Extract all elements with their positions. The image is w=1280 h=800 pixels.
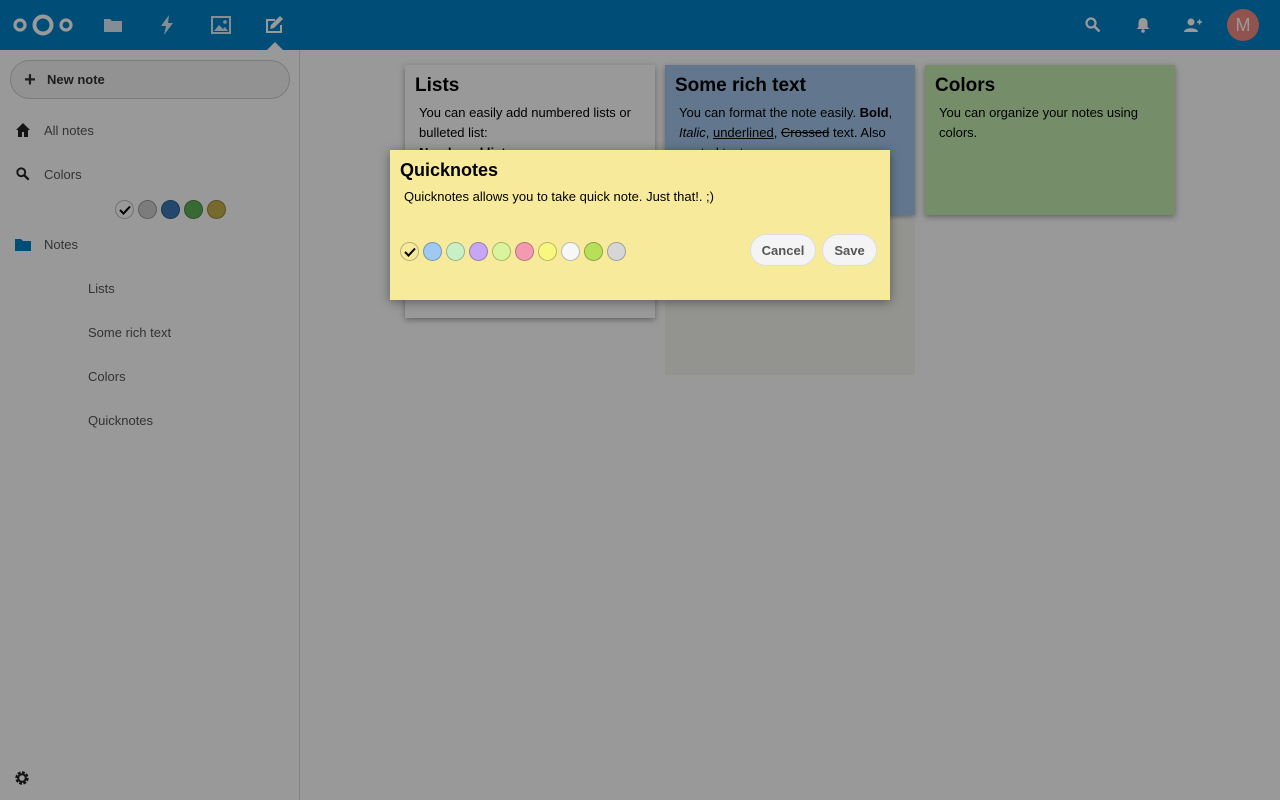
color-swatch[interactable] (607, 242, 626, 261)
color-swatch[interactable] (446, 242, 465, 261)
modal-overlay[interactable] (0, 0, 1280, 800)
color-swatch[interactable] (515, 242, 534, 261)
color-swatch[interactable] (492, 242, 511, 261)
color-swatch-selected[interactable] (400, 242, 419, 261)
color-swatch[interactable] (469, 242, 488, 261)
note-edit-modal: Quicknotes Quicknotes allows you to take… (390, 150, 890, 300)
cancel-button[interactable]: Cancel (750, 234, 816, 266)
color-swatch[interactable] (538, 242, 557, 261)
save-button[interactable]: Save (822, 234, 877, 266)
color-swatch[interactable] (584, 242, 603, 261)
modal-color-picker (400, 242, 626, 261)
modal-title[interactable]: Quicknotes (400, 160, 880, 181)
color-swatch[interactable] (561, 242, 580, 261)
check-icon (403, 247, 416, 257)
color-swatch[interactable] (423, 242, 442, 261)
modal-body-text[interactable]: Quicknotes allows you to take quick note… (404, 189, 876, 204)
